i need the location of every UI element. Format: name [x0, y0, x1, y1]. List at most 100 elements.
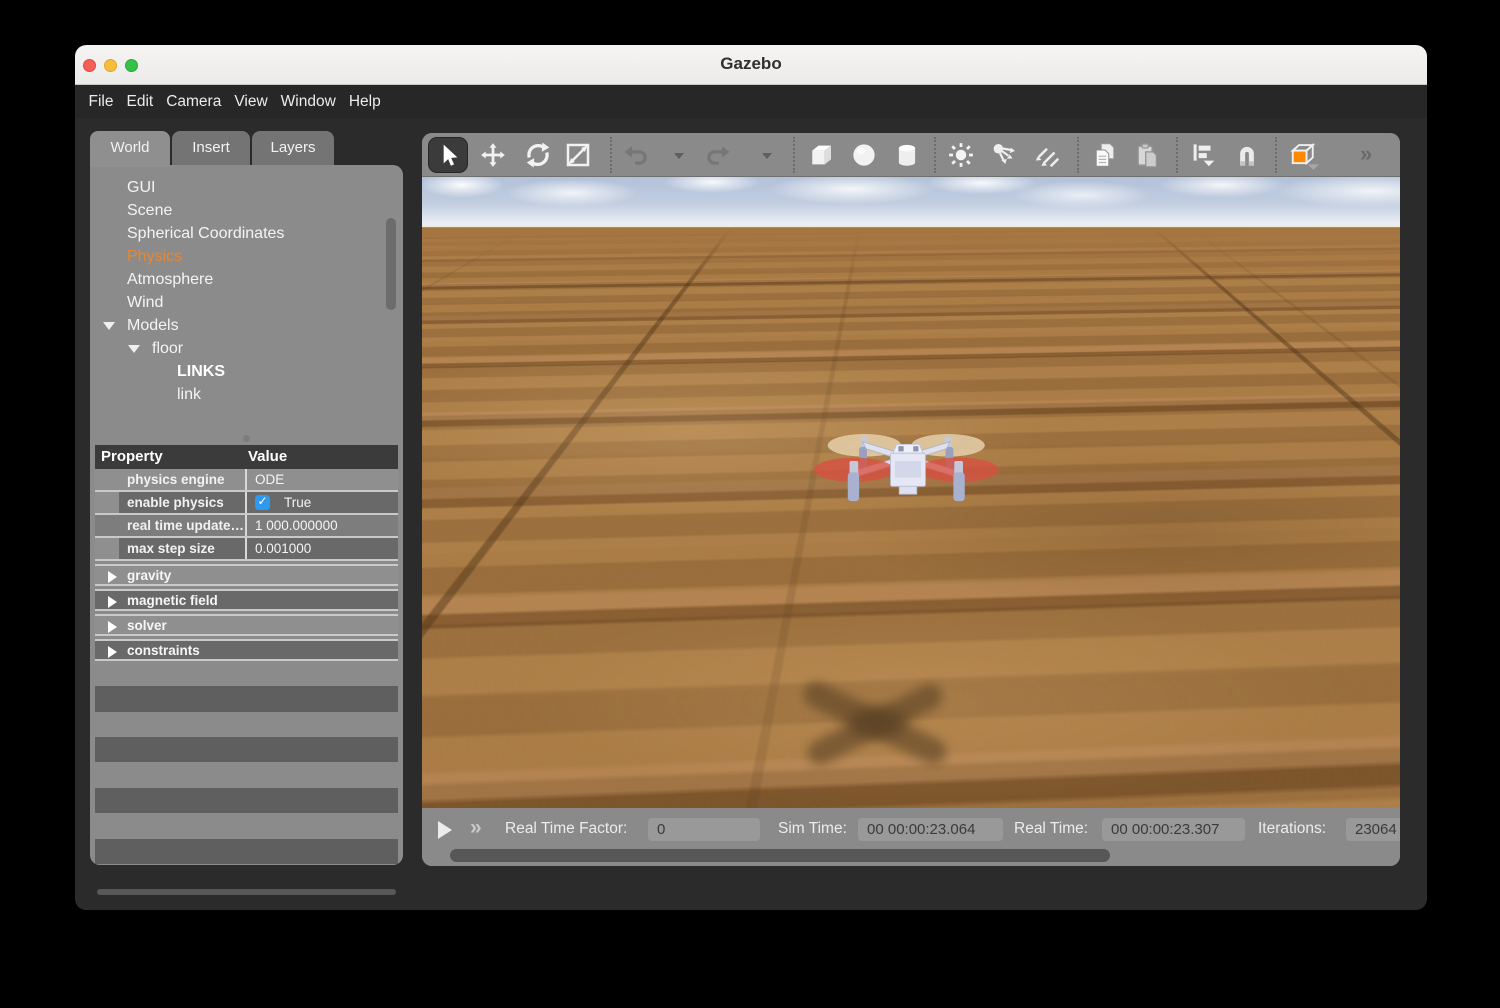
rotate-arrows-icon: [523, 140, 553, 170]
cursor-arrow-icon: [434, 141, 463, 170]
cylinder-icon: [892, 140, 922, 170]
collapse-caret-icon[interactable]: [103, 322, 115, 330]
directional-light-button[interactable]: [1032, 140, 1066, 170]
redo-button[interactable]: [702, 140, 736, 170]
redo-arrow-icon: [702, 140, 732, 170]
tree-item-physics[interactable]: Physics: [90, 245, 403, 268]
viewport-toolbar: [422, 133, 1400, 177]
select-tool-button[interactable]: [428, 137, 468, 173]
enable-physics-checkbox[interactable]: [255, 495, 270, 510]
property-column-header: Property: [101, 448, 163, 465]
translate-tool-button[interactable]: [478, 140, 512, 170]
menu-item-help[interactable]: Help: [342, 85, 387, 118]
tab-insert[interactable]: Insert: [172, 131, 250, 165]
tree-item-atmosphere[interactable]: Atmosphere: [90, 268, 403, 291]
titlebar[interactable]: Gazebo: [75, 45, 1427, 85]
value-column-header: Value: [248, 448, 287, 465]
tab-world[interactable]: World: [90, 131, 170, 167]
spot-light-button[interactable]: [989, 140, 1023, 170]
panel-bottom-scrollbar[interactable]: [97, 889, 396, 895]
menu-item-camera[interactable]: Camera: [160, 85, 228, 118]
table-row-real-time-update[interactable]: real time update… 1 000.000000: [95, 515, 398, 538]
real-time-factor-label: Real Time Factor:: [505, 820, 627, 838]
box-icon: [806, 140, 836, 170]
move-arrows-icon: [478, 140, 508, 170]
tree-item-wind[interactable]: Wind: [90, 291, 403, 314]
copy-icon: [1090, 140, 1120, 170]
insert-sphere-button[interactable]: [849, 140, 883, 170]
horizontal-scrollbar[interactable]: [450, 849, 1110, 862]
empty-list-row: [95, 839, 398, 864]
tree-item-floor[interactable]: floor: [90, 337, 403, 360]
toolbar-overflow-button[interactable]: [1360, 141, 1370, 167]
undo-arrow-icon: [622, 140, 652, 170]
splitter-handle[interactable]: [243, 435, 250, 442]
paste-button[interactable]: [1132, 140, 1166, 170]
table-row-physics-engine[interactable]: physics engine ODE: [95, 469, 398, 492]
toolbar-separator: [793, 137, 795, 173]
expand-caret-icon[interactable]: [108, 621, 117, 633]
sphere-icon: [849, 140, 879, 170]
collapse-caret-icon[interactable]: [128, 345, 140, 353]
sun-icon: [946, 140, 976, 170]
world-tree: GUI Scene Spherical Coordinates Physics …: [90, 176, 403, 406]
table-row-enable-physics[interactable]: enable physics True: [95, 492, 398, 515]
quadcopter-drone[interactable]: [814, 420, 1002, 516]
tree-scrollbar[interactable]: [386, 218, 396, 310]
tree-item-scene[interactable]: Scene: [90, 199, 403, 222]
toolbar-separator: [1077, 137, 1079, 173]
expand-caret-icon[interactable]: [108, 596, 117, 608]
tree-item-models[interactable]: Models: [90, 314, 403, 337]
align-icon: [1188, 140, 1218, 170]
sim-time-value: 00 00:00:23.064: [858, 818, 1003, 841]
table-row-max-step-size[interactable]: max step size 0.001000: [95, 538, 398, 561]
expand-caret-icon[interactable]: [108, 571, 117, 583]
property-table-header: Property Value: [95, 445, 398, 469]
window-title: Gazebo: [75, 54, 1427, 74]
directional-light-icon: [1032, 140, 1062, 170]
gazebo-window: Gazebo File Edit Camera View Window Help…: [75, 45, 1427, 910]
world-panel-body: GUI Scene Spherical Coordinates Physics …: [90, 165, 403, 865]
menu-item-view[interactable]: View: [228, 85, 274, 118]
point-light-button[interactable]: [946, 140, 980, 170]
menu-item-edit[interactable]: Edit: [120, 85, 160, 118]
toolbar-separator: [1275, 137, 1277, 173]
checkbox-value-label: True: [284, 495, 311, 510]
iterations-label: Iterations:: [1258, 820, 1326, 838]
real-time-label: Real Time:: [1014, 820, 1088, 838]
tree-item-gui[interactable]: GUI: [90, 176, 403, 199]
section-solver[interactable]: solver: [95, 614, 398, 636]
menu-item-file[interactable]: File: [82, 85, 120, 118]
magnet-icon: [1232, 140, 1262, 170]
undo-button[interactable]: [622, 140, 656, 170]
section-gravity[interactable]: gravity: [95, 564, 398, 586]
section-constraints[interactable]: constraints: [95, 639, 398, 661]
expand-caret-icon[interactable]: [108, 646, 117, 658]
snap-magnet-button[interactable]: [1232, 140, 1266, 170]
tree-item-link[interactable]: link: [90, 383, 403, 406]
expand-controls-icon[interactable]: [470, 816, 480, 840]
tree-item-links[interactable]: LINKS: [90, 360, 403, 383]
insert-box-button[interactable]: [806, 140, 840, 170]
insert-cylinder-button[interactable]: [892, 140, 926, 170]
play-button[interactable]: [438, 821, 452, 839]
tree-item-spherical-coordinates[interactable]: Spherical Coordinates: [90, 222, 403, 245]
paste-icon: [1132, 140, 1162, 170]
empty-list-row: [95, 788, 398, 813]
tab-layers[interactable]: Layers: [252, 131, 334, 165]
scale-tool-button[interactable]: [563, 140, 597, 170]
menu-item-window[interactable]: Window: [274, 85, 342, 118]
align-button[interactable]: [1188, 140, 1222, 170]
rotate-tool-button[interactable]: [523, 140, 557, 170]
undo-history-caret[interactable]: [674, 153, 684, 159]
view-angle-button[interactable]: [1286, 140, 1334, 170]
redo-history-caret[interactable]: [762, 153, 772, 159]
scene-3d-canvas[interactable]: [422, 177, 1400, 808]
empty-list-row: [95, 737, 398, 762]
sim-time-label: Sim Time:: [778, 820, 847, 838]
section-magnetic-field[interactable]: magnetic field: [95, 589, 398, 611]
copy-button[interactable]: [1090, 140, 1124, 170]
horizon-line: [422, 225, 1400, 228]
desktop-background: Gazebo File Edit Camera View Window Help…: [0, 0, 1500, 1008]
real-time-factor-value: 0: [648, 818, 760, 841]
